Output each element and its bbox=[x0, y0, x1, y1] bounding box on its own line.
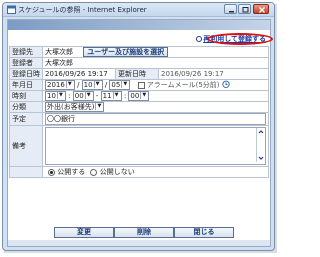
category-label: 分類 bbox=[9, 101, 43, 113]
created-label: 登録日時 bbox=[9, 68, 43, 80]
chevron-down-icon: ▼ bbox=[93, 81, 101, 88]
header-banner bbox=[8, 20, 270, 30]
chevron-down-icon: ▼ bbox=[140, 92, 147, 99]
registrant-value: 大塚次郎 bbox=[45, 48, 73, 56]
visibility-row: 公開する 公開しない bbox=[9, 166, 269, 178]
reuse-icon bbox=[196, 36, 203, 42]
chevron-down-icon: ▼ bbox=[112, 92, 120, 99]
chevron-down-icon: ▼ bbox=[56, 92, 64, 99]
author-label: 登録者 bbox=[9, 57, 43, 69]
date-row: 年月日 2016 ▼ / 10 ▼ / 05 ▼ アラームメール(5分前) bbox=[9, 79, 269, 91]
time-row: 時刻 10 ▼ : 00 ▼ - 11 ▼ : 00 ▼ bbox=[9, 90, 269, 102]
alarm-checkbox[interactable] bbox=[137, 81, 145, 89]
note-textarea[interactable] bbox=[45, 127, 266, 165]
created-value: 2016/09/26 19:17 bbox=[42, 68, 116, 80]
note-row: 備考 bbox=[9, 125, 269, 167]
window-title: スケジュールの参照 - Internet Explorer bbox=[18, 6, 147, 14]
updated-label: 更新日時 bbox=[115, 68, 159, 80]
registrant-label: 登録先 bbox=[9, 46, 43, 58]
category-select[interactable]: 外出(お客様先) ▼ bbox=[45, 102, 105, 112]
user-select-button[interactable]: ユーザー及び施設を選択 bbox=[83, 47, 169, 57]
end-hour-select[interactable]: 11 ▼ bbox=[100, 91, 122, 101]
end-minute-select[interactable]: 00 ▼ bbox=[128, 91, 150, 101]
alarm-label: アラームメール(5分前) bbox=[146, 81, 220, 89]
schedule-form: 登録先 大塚次郎 ユーザー及び施設を選択 登録者 大塚次郎 登録日時 2016/… bbox=[9, 46, 269, 178]
plan-row: 予定 〇〇銀行 bbox=[9, 112, 269, 126]
highlight-annotation bbox=[207, 33, 273, 45]
date-label: 年月日 bbox=[9, 79, 43, 91]
author-value: 大塚次郎 bbox=[42, 57, 269, 69]
delete-button[interactable]: 削除 bbox=[114, 227, 174, 238]
chevron-down-icon: ▼ bbox=[95, 103, 102, 110]
start-hour-select[interactable]: 10 ▼ bbox=[45, 91, 66, 101]
bottom-bar bbox=[8, 240, 270, 246]
plan-label: 予定 bbox=[9, 112, 43, 126]
time-label: 時刻 bbox=[9, 90, 43, 102]
browser-window: スケジュールの参照 - Internet Explorer 再利用して登録する … bbox=[2, 2, 275, 251]
maximize-button[interactable] bbox=[238, 4, 251, 14]
close-button[interactable]: 閉じる bbox=[174, 227, 234, 238]
schedule-app-icon bbox=[7, 5, 16, 14]
title-bar[interactable]: スケジュールの参照 - Internet Explorer bbox=[3, 3, 274, 17]
minimize-button[interactable] bbox=[224, 4, 237, 14]
start-minute-select[interactable]: 00 ▼ bbox=[72, 91, 94, 101]
change-button[interactable]: 変更 bbox=[54, 227, 114, 238]
plan-input[interactable]: 〇〇銀行 bbox=[45, 113, 266, 125]
public-radio[interactable] bbox=[48, 168, 55, 176]
chevron-down-icon: ▼ bbox=[84, 92, 92, 99]
public-label: 公開する bbox=[57, 168, 86, 176]
day-select[interactable]: 05 ▼ bbox=[109, 80, 131, 90]
author-row: 登録者 大塚次郎 bbox=[9, 57, 269, 69]
timestamps-row: 登録日時 2016/09/26 19:17 更新日時 2016/09/26 19… bbox=[9, 68, 269, 80]
chevron-down-icon: ▼ bbox=[121, 81, 128, 88]
note-scrollbar[interactable] bbox=[256, 128, 265, 162]
category-row: 分類 外出(お客様先) ▼ bbox=[9, 101, 269, 113]
page-content: 再利用して登録する 登録先 大塚次郎 ユーザー及び施設を選択 登録者 大塚次郎 … bbox=[7, 19, 273, 247]
private-label: 公開しない bbox=[99, 168, 135, 176]
updated-value: 2016/09/26 19:17 bbox=[158, 68, 269, 80]
registrant-row: 登録先 大塚次郎 ユーザー及び施設を選択 bbox=[9, 46, 269, 58]
note-label: 備考 bbox=[9, 125, 43, 167]
close-window-button[interactable] bbox=[253, 4, 269, 14]
year-select[interactable]: 2016 ▼ bbox=[45, 80, 75, 90]
private-radio[interactable] bbox=[90, 168, 98, 176]
month-select[interactable]: 10 ▼ bbox=[81, 80, 103, 90]
chevron-down-icon: ▼ bbox=[65, 81, 73, 88]
alarm-clock-icon bbox=[222, 80, 230, 90]
